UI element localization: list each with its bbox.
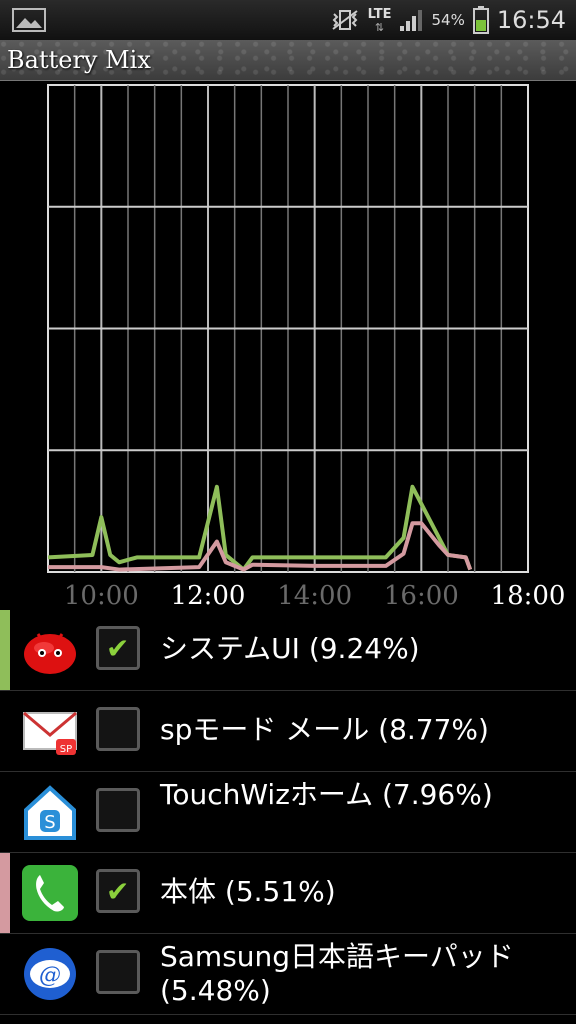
checkmark-icon: ✔ [106, 632, 130, 665]
sp-mail-icon: SP [20, 701, 80, 761]
show-in-chart-checkbox[interactable]: ✔ [96, 626, 140, 670]
battery-icon [472, 6, 489, 34]
series-color-marker [0, 934, 10, 1014]
svg-text:S: S [44, 812, 55, 833]
app-usage-label: システムUI (9.24%) [160, 632, 420, 665]
android-jellybean-icon [20, 620, 80, 680]
battery-usage-chart[interactable]: 10:00 12:00 14:00 16:00 18:00 [0, 80, 576, 620]
clock: 16:54 [496, 6, 566, 34]
touchwiz-home-icon: S [20, 782, 80, 842]
x-tick-label: 16:00 [384, 581, 459, 611]
show-in-chart-checkbox[interactable] [96, 950, 140, 994]
app-usage-label: TouchWizホーム (7.96%) [160, 778, 493, 811]
app-usage-list: ✔ システムUI (9.24%) SP spモード メール (8.77%) S Touch… [0, 610, 576, 1024]
lte-indicator: LTE ⇅ [368, 7, 392, 33]
show-in-chart-checkbox[interactable]: ✔ [96, 869, 140, 913]
app-title: Battery Mix [7, 46, 151, 74]
app-usage-label: Samsung日本語キーパッド (5.48%) [160, 940, 514, 1007]
app-usage-label: spモード メール (8.77%) [160, 713, 489, 746]
samsung-keypad-icon: @ [20, 944, 80, 1004]
signal-icon [400, 10, 423, 31]
phone-icon [20, 863, 80, 923]
svg-text:@: @ [39, 963, 61, 988]
gallery-icon [12, 8, 46, 32]
show-in-chart-checkbox[interactable] [96, 707, 140, 751]
status-bar: LTE ⇅ 54% 16:54 [0, 0, 576, 40]
x-tick-label: 18:00 [491, 581, 566, 611]
mute-vibrate-icon [331, 10, 358, 30]
list-item[interactable]: S TouchWizホーム (7.96%) [0, 772, 576, 853]
series-color-marker [0, 853, 10, 933]
x-tick-label: 12:00 [171, 581, 246, 611]
series-color-marker [0, 772, 10, 852]
checkmark-icon: ✔ [106, 875, 130, 908]
x-tick-label: 14:00 [277, 581, 352, 611]
battery-percent: 54% [431, 11, 465, 29]
lte-icon: LTE [367, 7, 392, 22]
list-item[interactable]: SP spモード メール (8.77%) [0, 691, 576, 772]
series-color-marker [0, 691, 10, 771]
show-in-chart-checkbox[interactable] [96, 788, 140, 832]
x-tick-label: 10:00 [64, 581, 139, 611]
app-usage-label: 本体 (5.51%) [160, 875, 336, 908]
chart-x-ticks: 10:00 12:00 14:00 16:00 18:00 [64, 581, 566, 611]
list-item[interactable]: ✔ 本体 (5.51%) [0, 853, 576, 934]
list-item[interactable]: ✔ システムUI (9.24%) [0, 610, 576, 691]
action-bar: Battery Mix [0, 40, 576, 81]
svg-text:SP: SP [60, 744, 72, 755]
data-arrows-icon: ⇅ [374, 21, 385, 34]
series-color-marker [0, 610, 10, 690]
list-item[interactable]: @ Samsung日本語キーパッド (5.48%) [0, 934, 576, 1015]
